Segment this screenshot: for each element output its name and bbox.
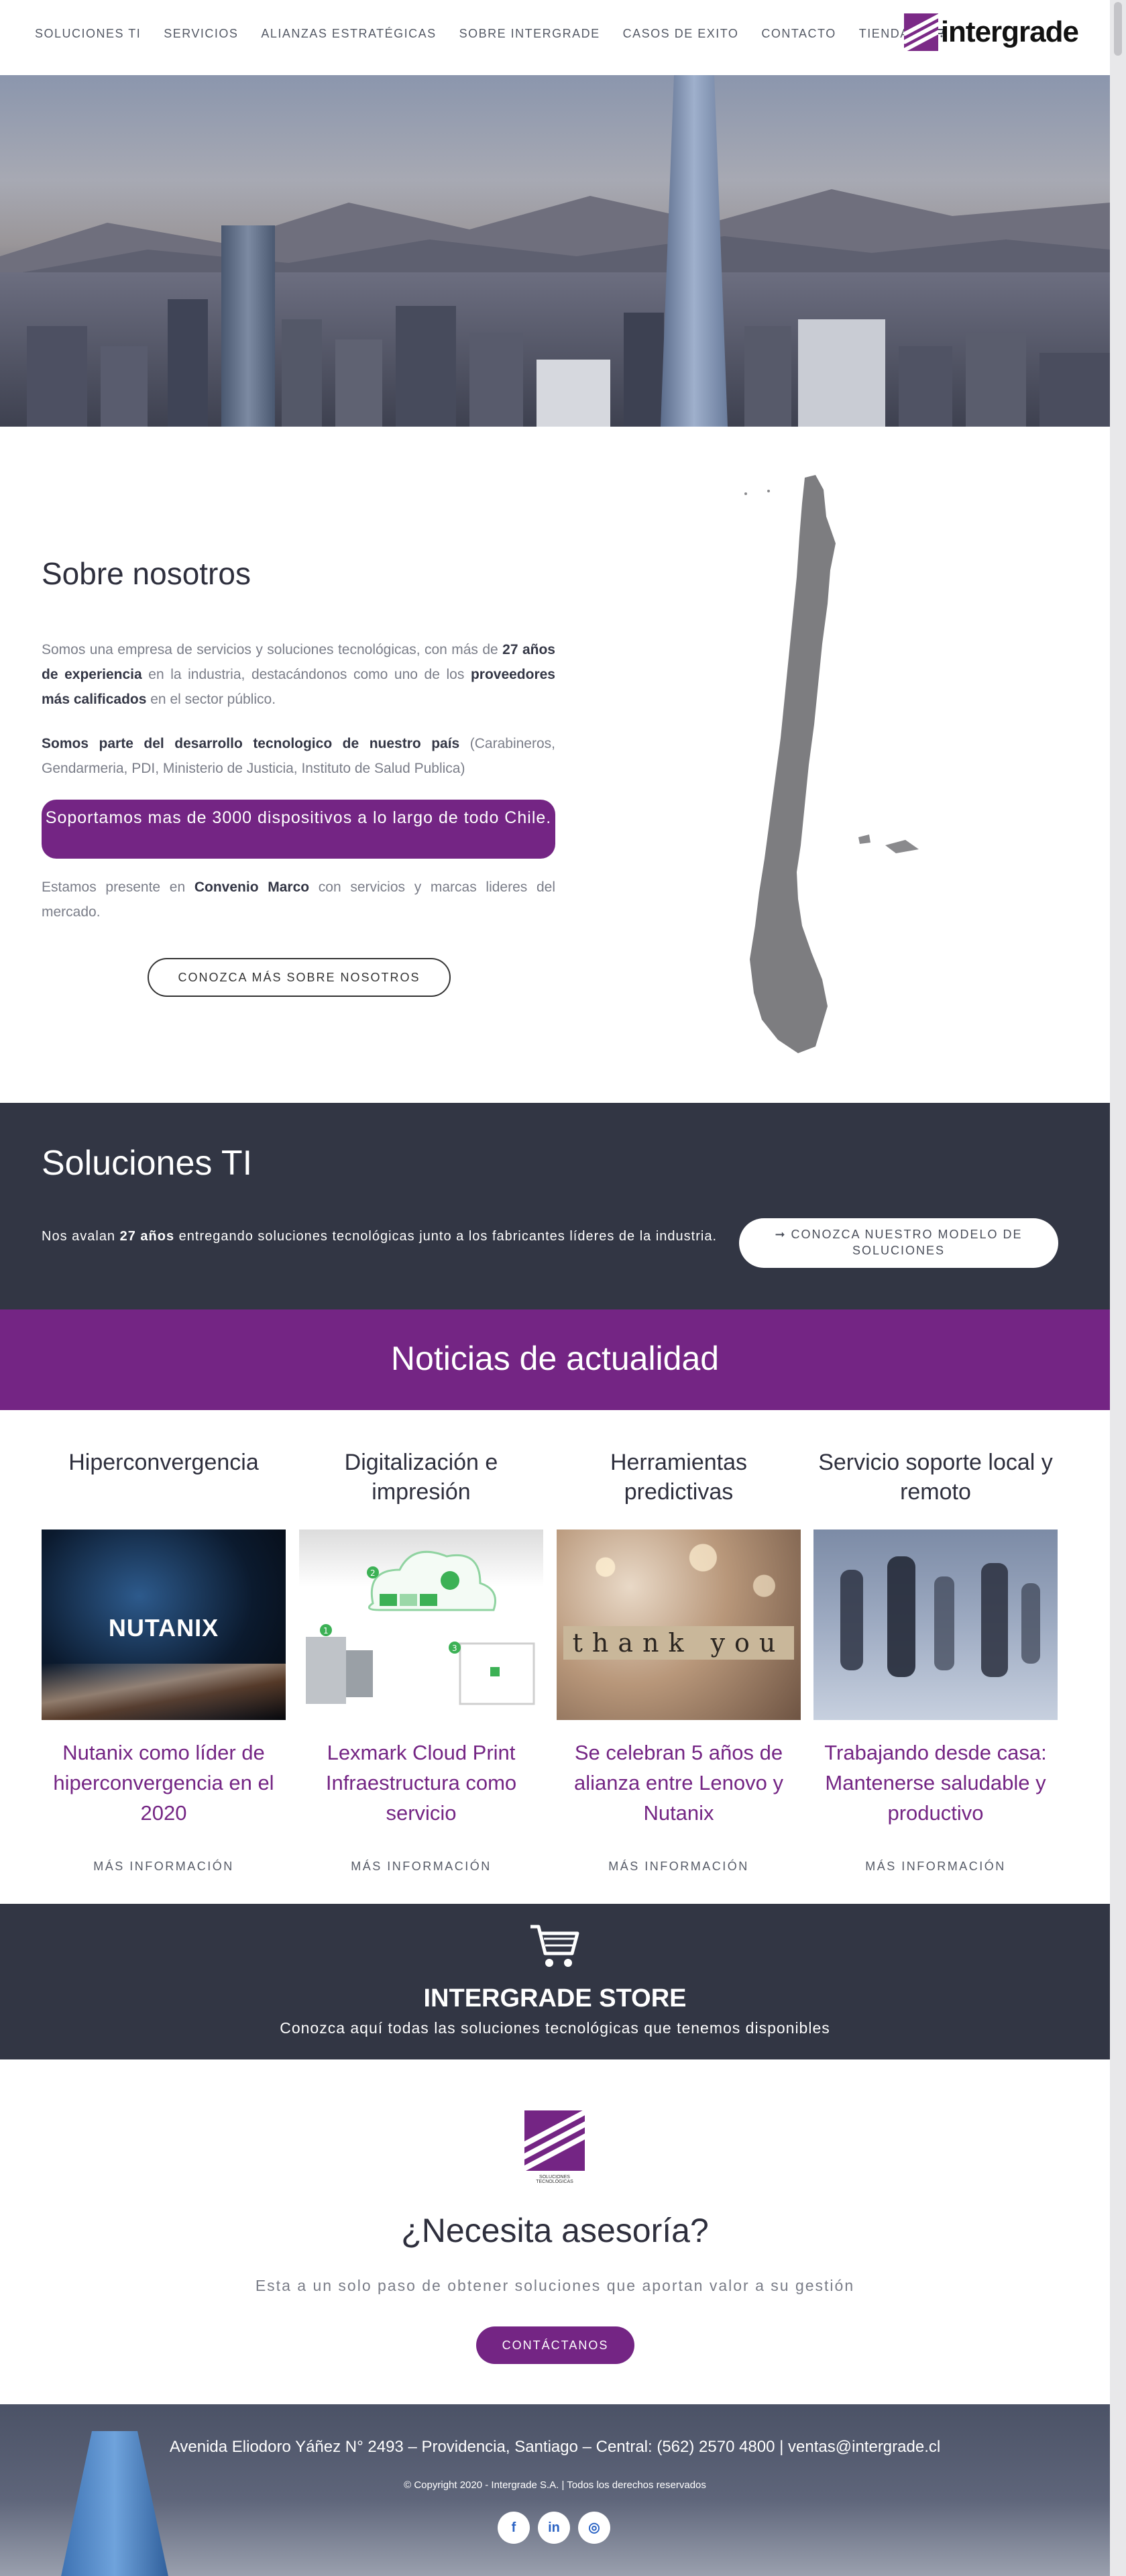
asesoria-title: ¿Necesita asesoría?	[401, 2212, 709, 2249]
news-image-2[interactable]: 2 1 3	[299, 1529, 543, 1720]
news-image-3[interactable]: thank you	[557, 1529, 801, 1720]
news-headline-1[interactable]: Nutanix como líder de hiperconvergencia …	[42, 1737, 286, 1828]
about-title: Sobre nosotros	[42, 556, 251, 591]
main-nav: SOLUCIONES TI SERVICIOS ALIANZAS ESTRATÉ…	[35, 27, 967, 41]
store-subtitle: Conozca aquí todas las soluciones tecnol…	[280, 2019, 830, 2037]
soluciones-model-button[interactable]: ➞ CONOZCA NUESTRO MODELO DE SOLUCIONES	[739, 1218, 1058, 1268]
brand-logo[interactable]: intergrade	[904, 12, 1079, 52]
news-category-1: Hiperconvergencia	[68, 1450, 259, 1475]
news-image-4[interactable]	[813, 1529, 1058, 1720]
footer-address: Avenida Eliodoro Yáñez N° 2493 – Provide…	[169, 2438, 941, 2456]
brand-name: intergrade	[940, 15, 1079, 48]
social-links: f in ◎	[498, 2512, 610, 2544]
news-category-3: Herramientas predictivas	[610, 1450, 748, 1505]
nav-tienda[interactable]: TIENDA	[859, 27, 909, 41]
about-highlight-banner: Soportamos mas de 3000 dispositivos a lo…	[42, 800, 555, 859]
news-more-link-2[interactable]: MÁS INFORMACIÓN	[299, 1860, 543, 1874]
site-header: SOLUCIONES TI SERVICIOS ALIANZAS ESTRATÉ…	[0, 0, 1110, 75]
news-category-2: Digitalización e impresión	[344, 1450, 498, 1505]
cloud-print-illustration: 2 1 3	[306, 1550, 535, 1705]
linkedin-icon[interactable]: in	[538, 2512, 570, 2544]
store-banner[interactable]: INTERGRADE STORE Conozca aquí todas las …	[0, 1904, 1110, 2059]
news-image-1[interactable]: NUTANIX	[42, 1529, 286, 1720]
footer-copyright: © Copyright 2020 - Intergrade S.A. | Tod…	[404, 2479, 706, 2491]
contact-button[interactable]: CONTÁCTANOS	[476, 2326, 634, 2364]
svg-text:2: 2	[370, 1568, 376, 1578]
news-title: Noticias de actualidad	[390, 1340, 720, 1377]
intergrade-small-logo: SOLUCIONES TECNOLÓGICAS	[524, 2110, 585, 2184]
nav-servicios[interactable]: SERVICIOS	[164, 27, 238, 41]
nav-contacto[interactable]: CONTACTO	[761, 27, 836, 41]
logo-mark-icon	[904, 13, 938, 51]
news-headline-2[interactable]: Lexmark Cloud Print Infraestructura como…	[299, 1737, 543, 1828]
about-more-button[interactable]: CONOZCA MÁS SOBRE NOSOTROS	[148, 958, 451, 997]
asesoria-subtitle: Esta a un solo paso de obtener solucione…	[255, 2277, 855, 2294]
facebook-icon[interactable]: f	[498, 2512, 530, 2544]
thank-you-blocks: thank you	[563, 1626, 794, 1660]
nav-sobre-intergrade[interactable]: SOBRE INTERGRADE	[459, 27, 600, 41]
news-headline-4[interactable]: Trabajando desde casa: Mantenerse saluda…	[813, 1737, 1058, 1828]
soluciones-section: Soluciones TI Nos avalan 27 años entrega…	[0, 1103, 1110, 1309]
soluciones-title: Soluciones TI	[42, 1144, 253, 1183]
about-paragraph-3: Estamos presente en Convenio Marco con s…	[42, 879, 556, 920]
nutanix-logo: NUTANIX	[108, 1614, 219, 1642]
about-paragraph-1: Somos una empresa de servicios y solucio…	[42, 642, 555, 707]
store-title: INTERGRADE STORE	[423, 1984, 687, 2012]
news-more-link-4[interactable]: MÁS INFORMACIÓN	[813, 1860, 1058, 1874]
about-paragraph-2: Somos parte del desarrollo tecnologico d…	[42, 736, 555, 776]
instagram-icon[interactable]: ◎	[578, 2512, 610, 2544]
scrollbar-thumb[interactable]	[1114, 2, 1122, 56]
svg-text:3: 3	[452, 1644, 457, 1653]
nav-casos-de-exito[interactable]: CASOS DE EXITO	[623, 27, 739, 41]
site-footer: Avenida Eliodoro Yáñez N° 2493 – Provide…	[0, 2404, 1110, 2576]
arrow-right-icon: ➞	[775, 1228, 791, 1241]
news-more-link-1[interactable]: MÁS INFORMACIÓN	[42, 1860, 286, 1874]
svg-text:1: 1	[323, 1626, 329, 1635]
shopping-cart-icon	[530, 1925, 579, 1967]
news-more-link-3[interactable]: MÁS INFORMACIÓN	[557, 1860, 801, 1874]
news-header-band: Noticias de actualidad	[0, 1309, 1110, 1410]
nav-alianzas[interactable]: ALIANZAS ESTRATÉGICAS	[261, 27, 436, 41]
page-scrollbar[interactable]	[1110, 0, 1126, 2576]
news-headline-3[interactable]: Se celebran 5 años de alianza entre Leno…	[557, 1737, 801, 1828]
news-category-4: Servicio soporte local y remoto	[818, 1450, 1053, 1505]
chile-map-image	[744, 475, 919, 1053]
logo-caption: SOLUCIONES TECNOLÓGICAS	[536, 2175, 573, 2184]
soluciones-text: Nos avalan 27 años entregando soluciones…	[42, 1229, 718, 1244]
hero-banner	[0, 75, 1110, 427]
nav-soluciones-ti[interactable]: SOLUCIONES TI	[35, 27, 141, 41]
